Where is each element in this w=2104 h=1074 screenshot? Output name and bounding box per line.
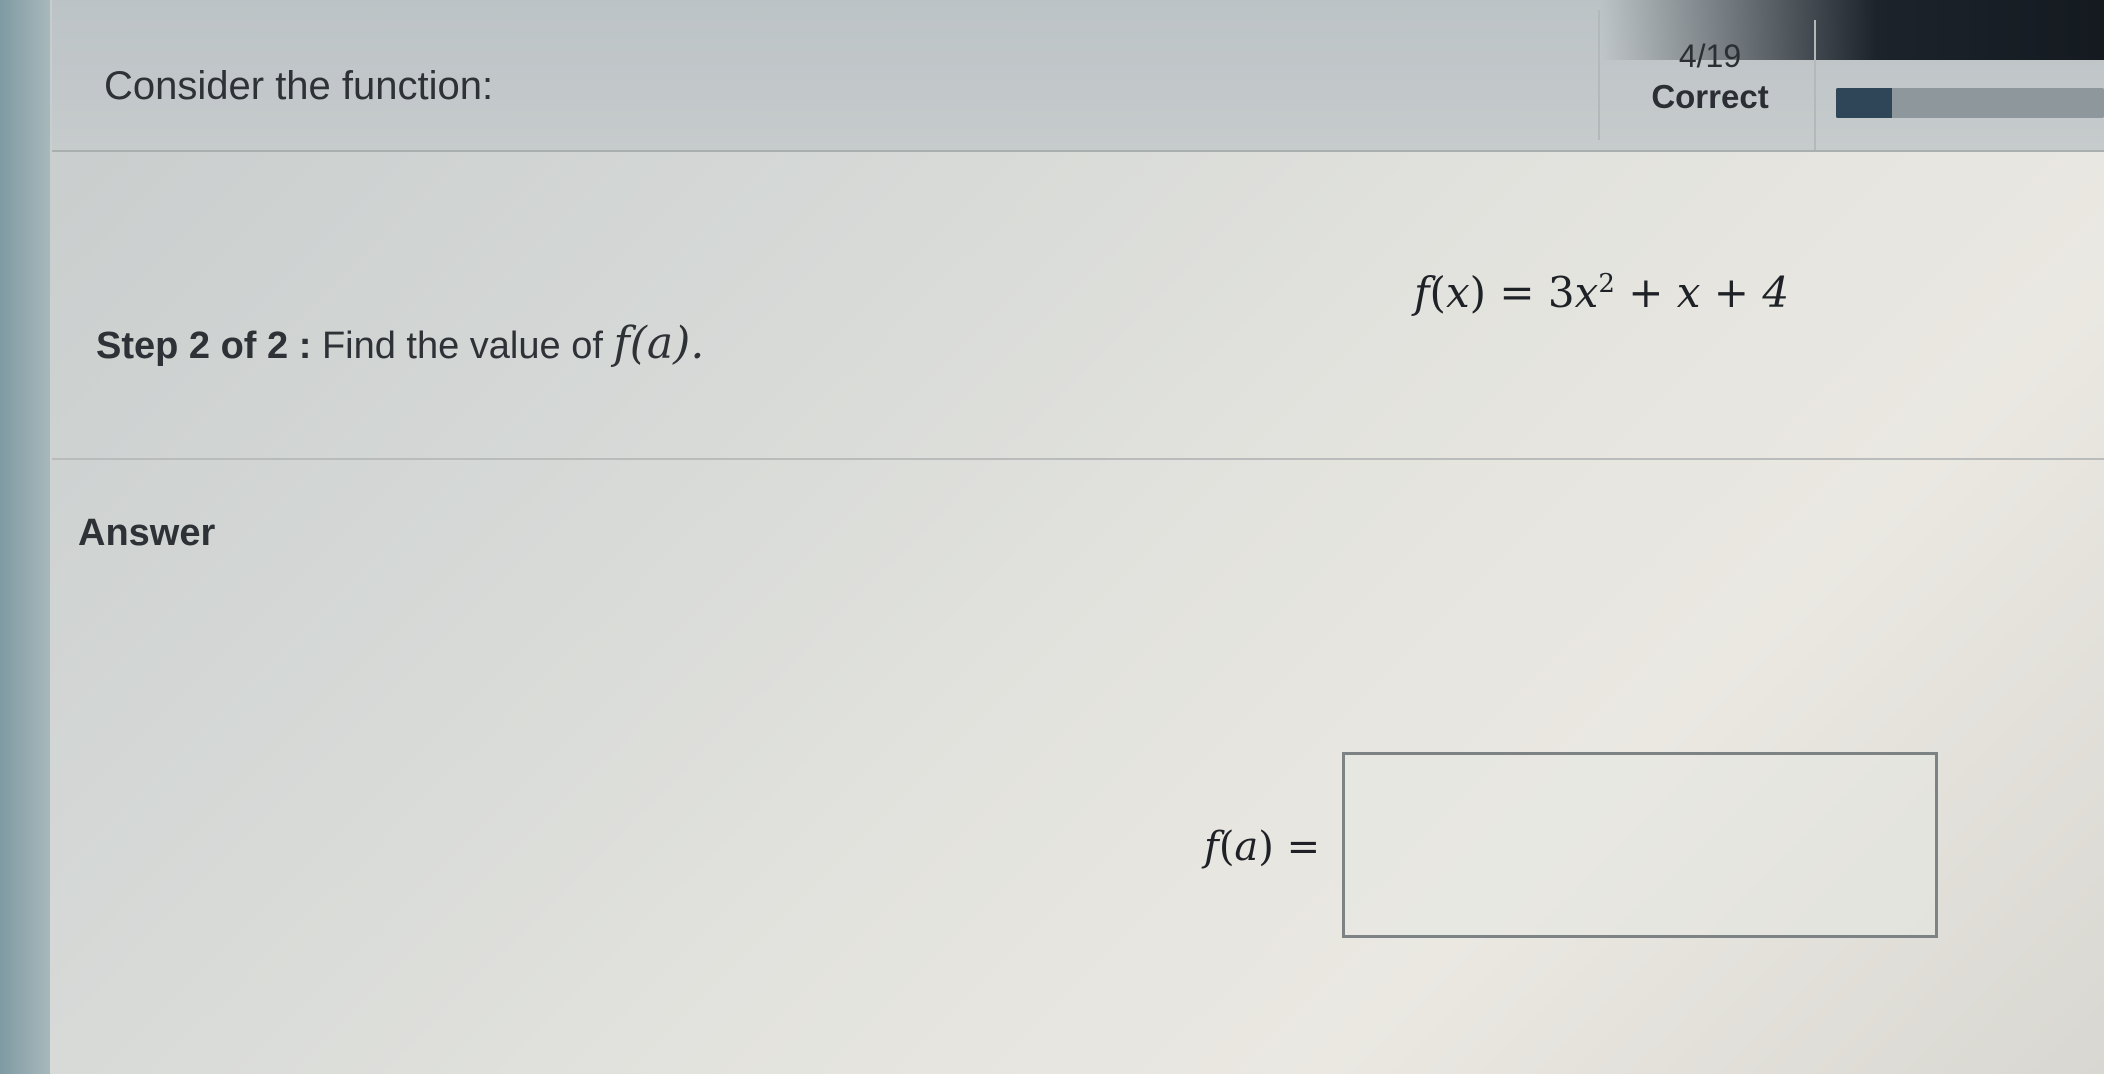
step-text: Find the value of [321, 325, 603, 367]
function-coefficient: 3 [1547, 268, 1575, 317]
answer-input-label: f(a) = [1204, 824, 1321, 870]
answer-heading: Answer [78, 512, 216, 554]
function-formula: f(x) = 3x2 + x + 4 [1414, 268, 1790, 317]
function-remaining-terms: + x + 4 [1614, 268, 1790, 317]
function-variable: x [1445, 268, 1470, 317]
answer-function-name: f [1204, 824, 1219, 870]
function-term-variable: x [1574, 268, 1599, 317]
step-math: f(a). [613, 318, 705, 369]
function-name: f [1414, 268, 1430, 317]
progress-bar [1836, 88, 2104, 118]
step-label: Step 2 of 2 : [96, 325, 312, 367]
question-intro: Consider the function: [104, 64, 494, 108]
question-progress-count: 4/19 [1678, 38, 1742, 74]
function-exponent: 2 [1598, 269, 1615, 299]
section-divider [52, 458, 2104, 460]
progress-bar-fill [1836, 88, 1893, 118]
answer-function-variable: a [1234, 824, 1259, 870]
answer-input-box[interactable] [1342, 752, 1938, 938]
header-divider [1814, 20, 1816, 150]
step-instruction: Step 2 of 2 : Find the value of f(a). [96, 318, 704, 369]
answer-status-badge: Correct [1651, 78, 1769, 115]
header-divider [1598, 10, 1600, 140]
screen-left-edge [0, 0, 52, 1074]
